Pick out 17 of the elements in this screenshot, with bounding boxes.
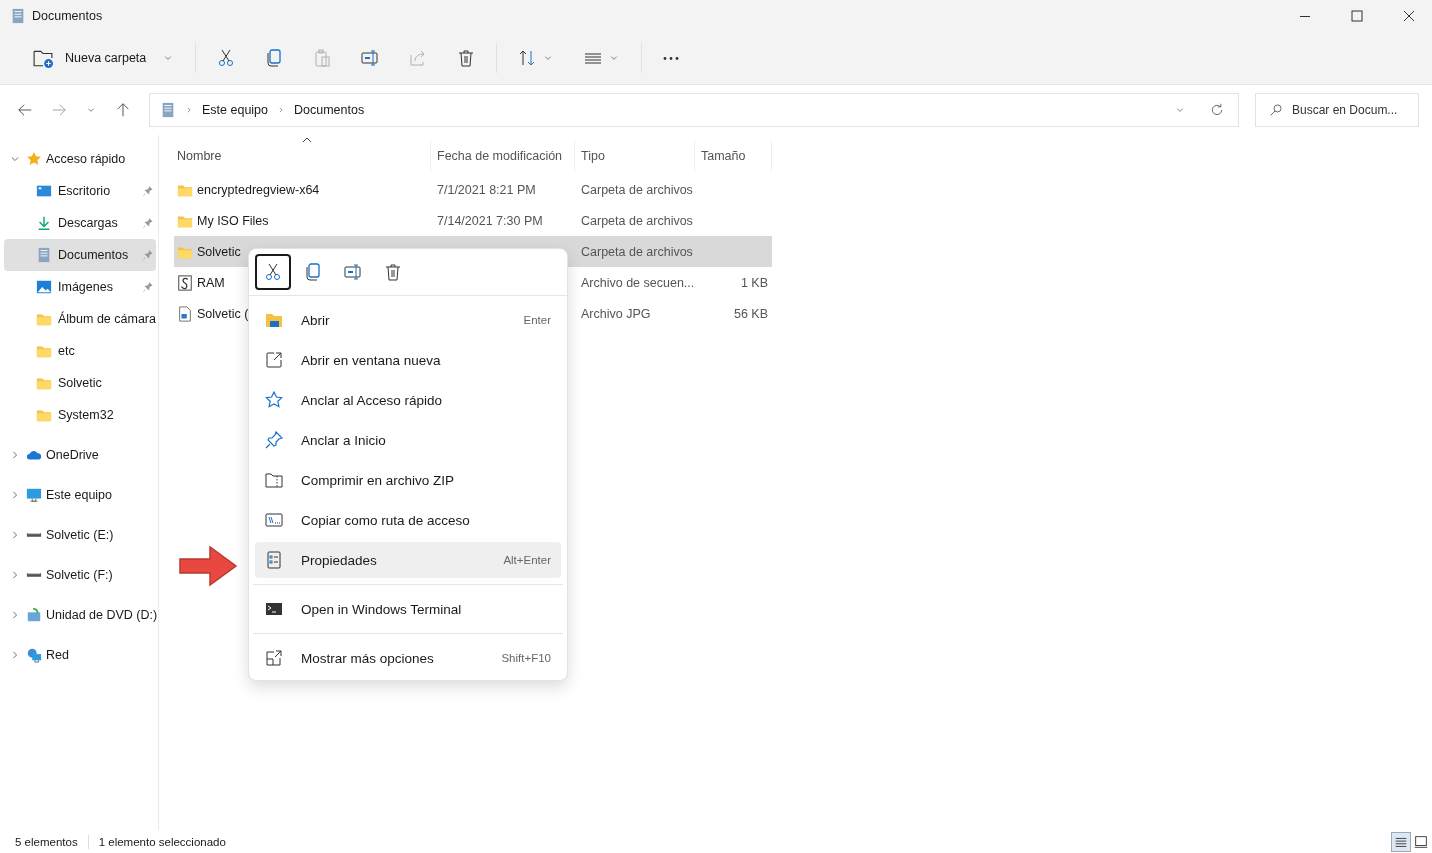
file-type: Archivo de secuen... (581, 275, 695, 290)
file-name: My ISO Files (197, 213, 269, 228)
file-type: Carpeta de archivos (581, 182, 693, 197)
modified-date: 7/14/2021 7:30 PM (437, 213, 543, 228)
modified-date: 7/1/2021 8:21 PM (437, 182, 536, 197)
window-title: Documentos (32, 9, 103, 23)
file-size: 1 KB (740, 275, 768, 290)
file-type: Carpeta de archivos (581, 213, 693, 228)
selection-count: 1 elemento seleccionado (98, 835, 226, 848)
file-size: 56 KB (733, 306, 768, 321)
item-count: 5 elementos (15, 835, 78, 848)
file-name: encryptedregview-x64 (197, 182, 320, 197)
file-name: Solvetic (197, 244, 241, 259)
file-name: Solvetic ( (197, 306, 249, 321)
file-type: Archivo JPG (581, 306, 651, 321)
file-name: RAM (197, 275, 225, 290)
file-type: Carpeta de archivos (581, 244, 693, 259)
